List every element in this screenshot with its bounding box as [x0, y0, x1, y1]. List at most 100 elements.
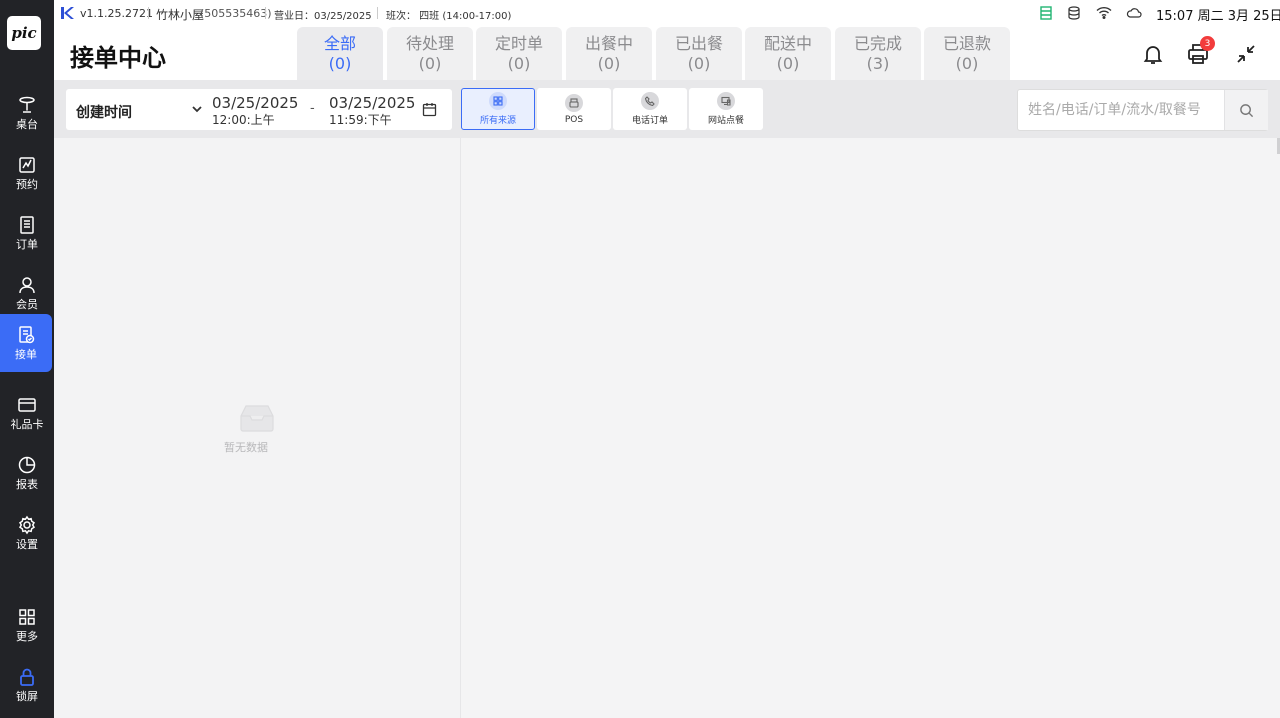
sidebar-item-label: 订单: [16, 238, 38, 251]
app-version: v1.1.25.2721: [80, 7, 153, 20]
date-type-select[interactable]: 创建时间: [76, 102, 132, 122]
source-all[interactable]: 所有来源: [461, 88, 535, 130]
end-date[interactable]: 03/25/2025: [329, 94, 415, 112]
more-icon: [19, 609, 35, 625]
pos-icon: [565, 93, 583, 112]
end-time[interactable]: 11:59:下午: [329, 111, 392, 128]
printer-badge: 3: [1200, 36, 1215, 51]
search-button[interactable]: [1224, 90, 1268, 130]
order-icon: [20, 216, 34, 234]
app-logo: pic: [7, 16, 41, 50]
source-label: POS: [564, 114, 584, 125]
sidebar-item-label: 桌台: [16, 118, 38, 131]
search-input[interactable]: [1018, 90, 1233, 130]
tab-label: 出餐中: [584, 33, 633, 53]
sidebar-item-more[interactable]: 更多: [0, 596, 54, 654]
empty-inbox-icon: [240, 405, 274, 432]
date-separator: -: [310, 101, 315, 116]
app-brand-icon: [61, 7, 74, 19]
tab-ready[interactable]: 已出餐 (0): [656, 27, 742, 80]
tab-count: (0): [687, 53, 711, 73]
tab-count: (0): [597, 53, 621, 73]
tab-label: 全部: [323, 33, 356, 53]
calendar-icon[interactable]: [422, 102, 437, 117]
chevron-down-icon[interactable]: [190, 102, 204, 116]
cloud-icon: [1126, 8, 1142, 18]
tab-delivering[interactable]: 配送中 (0): [745, 27, 831, 80]
tab-count: (0): [776, 53, 800, 73]
tab-count: (0): [328, 53, 352, 73]
sidebar-item-reservation[interactable]: 预约: [0, 144, 54, 202]
sidebar-item-accept-orders[interactable]: 接单: [0, 314, 52, 372]
table-icon: [19, 96, 35, 113]
status-bar: v1.1.25.2721 竹林小屋 (505535463) 营业日：03/25/…: [54, 0, 1280, 26]
order-detail-panel: [461, 138, 1280, 718]
sidebar: pic 桌台 预约 订单 会员 接单 礼品卡 报表 设置 更多 锁屏: [0, 0, 54, 718]
filter-bar: 创建时间 03/25/2025 12:00:上午 - 03/25/2025 11…: [54, 80, 1280, 138]
header: 接单中心 全部 (0) 待处理 (0) 定时单 (0) 出餐中 (0) 已出餐 …: [54, 26, 1280, 80]
tab-refunded[interactable]: 已退款 (0): [924, 27, 1010, 80]
sidebar-item-tables[interactable]: 桌台: [0, 84, 54, 142]
store-id: (505535463): [200, 7, 272, 20]
tab-count: (0): [507, 53, 531, 73]
tab-all[interactable]: 全部 (0): [297, 27, 383, 80]
start-time[interactable]: 12:00:上午: [212, 111, 275, 128]
sidebar-item-orders[interactable]: 订单: [0, 204, 54, 262]
sidebar-item-settings[interactable]: 设置: [0, 504, 54, 562]
source-pos[interactable]: POS: [537, 88, 611, 130]
clock: 15:07 周二 3月 25日: [1156, 9, 1280, 24]
order-list-panel: 暂无数据: [54, 138, 461, 718]
sidebar-item-reports[interactable]: 报表: [0, 444, 54, 502]
business-day: 营业日：03/25/2025: [274, 11, 372, 22]
sidebar-item-label: 礼品卡: [10, 418, 44, 431]
store-name: 竹林小屋: [156, 8, 205, 22]
tab-completed[interactable]: 已完成 (3): [835, 27, 921, 80]
divider: [265, 7, 266, 19]
sidebar-item-lock[interactable]: 锁屏: [0, 656, 54, 714]
sidebar-item-label: 接单: [15, 348, 37, 361]
tab-scheduled[interactable]: 定时单 (0): [476, 27, 562, 80]
tab-count: (0): [418, 53, 442, 73]
tab-pending[interactable]: 待处理 (0): [387, 27, 473, 80]
sidebar-item-label: 报表: [16, 478, 38, 491]
lock-icon: [20, 668, 34, 686]
search-box: [1017, 89, 1268, 131]
sidebar-item-label: 更多: [16, 630, 38, 643]
bell-icon[interactable]: [1141, 42, 1165, 66]
web-order-icon: [717, 92, 735, 110]
tab-label: 已出餐: [674, 33, 723, 53]
accept-order-icon: [19, 326, 35, 344]
tab-label: 已完成: [853, 33, 902, 53]
report-icon: [18, 456, 36, 474]
tab-label: 待处理: [405, 33, 454, 53]
sidebar-item-gift-card[interactable]: 礼品卡: [0, 384, 54, 442]
wifi-icon: [1096, 6, 1112, 19]
tab-count: (3): [866, 53, 890, 73]
source-label: 电话订单: [631, 116, 668, 126]
source-website[interactable]: 网站点餐: [689, 88, 763, 130]
collapse-icon[interactable]: [1234, 42, 1258, 66]
tab-count: (0): [955, 53, 979, 73]
search-icon: [1240, 103, 1254, 117]
start-date[interactable]: 03/25/2025: [212, 94, 298, 112]
sidebar-item-label: 会员: [16, 298, 38, 311]
divider: [148, 7, 149, 19]
shift-info: 班次： 四班 (14:00-17:00): [386, 11, 512, 22]
empty-state-text: 暂无数据: [224, 441, 268, 454]
source-label: 所有来源: [479, 116, 516, 126]
sidebar-item-label: 设置: [16, 538, 38, 551]
source-label: 网站点餐: [707, 116, 744, 126]
grid-icon: [489, 92, 507, 110]
divider: [377, 7, 378, 19]
source-phone[interactable]: 电话订单: [613, 88, 687, 130]
database-icon: [1068, 6, 1080, 20]
gift-card-icon: [18, 398, 36, 412]
tab-preparing[interactable]: 出餐中 (0): [566, 27, 652, 80]
settings-icon: [19, 515, 35, 535]
tab-label: 已退款: [942, 33, 991, 53]
page-title: 接单中心: [70, 44, 166, 72]
tab-label: 配送中: [763, 33, 812, 53]
spreadsheet-icon: [1040, 6, 1052, 20]
date-range-picker[interactable]: 创建时间 03/25/2025 12:00:上午 - 03/25/2025 11…: [66, 89, 452, 130]
reservation-icon: [19, 157, 35, 173]
